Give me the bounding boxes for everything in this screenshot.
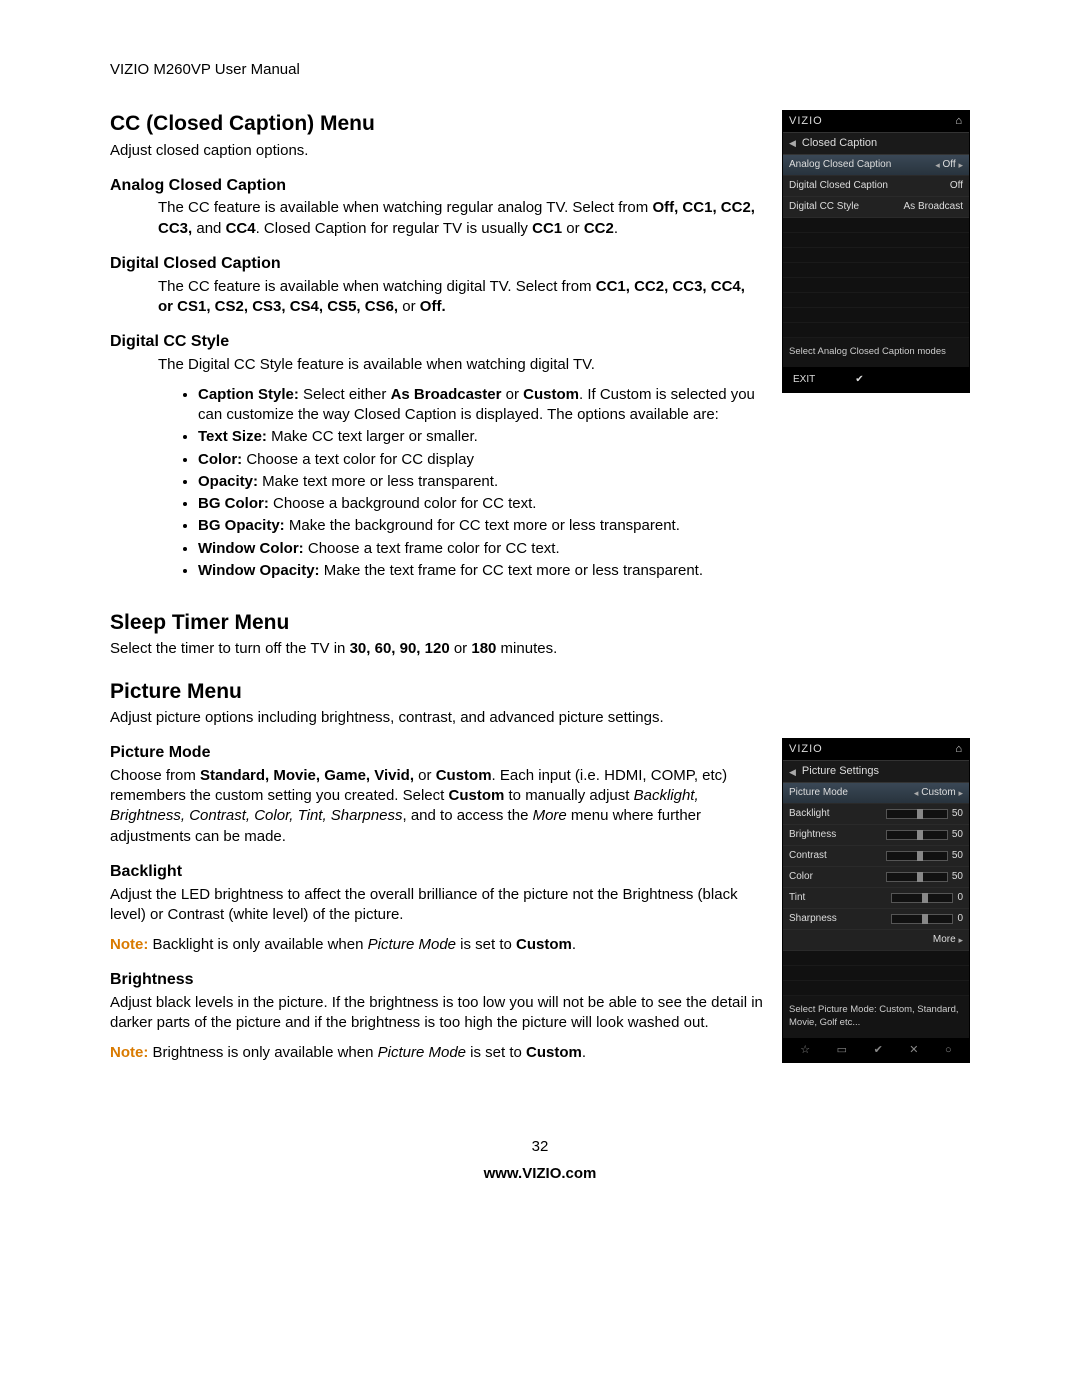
back-icon: ◀ <box>789 137 796 149</box>
osd-row-label: Brightness <box>789 828 836 842</box>
list-item: Window Color: Choose a text frame color … <box>198 539 970 559</box>
sleep-title: Sleep Timer Menu <box>110 609 970 637</box>
osd-row-more: More ▸ <box>783 930 969 951</box>
osd-row: Digital CC Style As Broadcast <box>783 197 969 218</box>
exit-label: EXIT <box>793 373 815 387</box>
osd-row-value: 50 <box>952 828 963 842</box>
circle-icon: ○ <box>945 1043 952 1058</box>
osd-row-label: Analog Closed Caption <box>789 158 891 172</box>
picture-title: Picture Menu <box>110 678 970 706</box>
osd-cc-screenshot: VIZIO ⌂ ◀ Closed Caption Analog Closed C… <box>782 110 970 393</box>
osd-row-label: Contrast <box>789 849 827 863</box>
list-item: Window Opacity: Make the text frame for … <box>198 561 970 581</box>
osd-row-value: Off <box>943 158 956 172</box>
list-item: Color: Choose a text color for CC displa… <box>198 450 970 470</box>
list-item: BG Color: Choose a background color for … <box>198 494 970 514</box>
home-icon: ⌂ <box>955 742 963 757</box>
osd-iconbar: ☆ ▭ ✔ ✕ ○ <box>783 1038 969 1063</box>
list-item: Text Size: Make CC text larger or smalle… <box>198 427 970 447</box>
v-icon: ✔ <box>874 1043 883 1058</box>
page-number: 32 <box>110 1137 970 1157</box>
osd-title: Closed Caption <box>802 136 877 151</box>
osd-row-value: 0 <box>957 891 963 905</box>
osd-brand: VIZIO <box>789 742 823 757</box>
list-item: BG Opacity: Make the background for CC t… <box>198 516 970 536</box>
osd-row: Contrast 50 <box>783 846 969 867</box>
footer-url: www.VIZIO.com <box>110 1164 970 1184</box>
star-icon: ☆ <box>800 1043 810 1058</box>
osd-help-text: Select Picture Mode: Custom, Standard, M… <box>783 996 969 1038</box>
osd-row: Sharpness 0 <box>783 909 969 930</box>
osd-row: Tint 0 <box>783 888 969 909</box>
card-icon: ▭ <box>837 1043 847 1058</box>
osd-row-label: Picture Mode <box>789 786 848 800</box>
close-icon: ✕ <box>909 1043 918 1058</box>
osd-row: Color 50 <box>783 867 969 888</box>
home-icon: ⌂ <box>955 114 963 129</box>
style-options-list: Caption Style: Select either As Broadcas… <box>180 385 970 581</box>
back-icon: ◀ <box>789 766 796 778</box>
osd-row-label: Color <box>789 870 813 884</box>
osd-brand: VIZIO <box>789 114 823 129</box>
osd-row-label: Tint <box>789 891 805 905</box>
more-label: More <box>933 933 956 947</box>
osd-row-value: As Broadcast <box>904 200 963 214</box>
v-icon: ✔ <box>855 373 863 387</box>
osd-row-label: Backlight <box>789 807 830 821</box>
osd-row: Backlight 50 <box>783 804 969 825</box>
osd-title: Picture Settings <box>802 764 879 779</box>
osd-row-value: 0 <box>957 912 963 926</box>
osd-picture-screenshot: VIZIO ⌂ ◀ Picture Settings Picture Mode … <box>782 738 970 1063</box>
osd-help-text: Select Analog Closed Caption modes <box>783 338 969 367</box>
osd-row-label: Digital CC Style <box>789 200 859 214</box>
osd-row-value: 50 <box>952 807 963 821</box>
page-header: VIZIO M260VP User Manual <box>110 60 970 80</box>
osd-row-value: Off <box>950 179 963 193</box>
osd-row: Picture Mode ◂ Custom ▸ <box>783 783 969 804</box>
picture-intro: Adjust picture options including brightn… <box>110 708 970 728</box>
sleep-body: Select the timer to turn off the TV in 3… <box>110 639 970 659</box>
osd-row-label: Digital Closed Caption <box>789 179 888 193</box>
osd-row: Brightness 50 <box>783 825 969 846</box>
osd-row: Digital Closed Caption Off <box>783 176 969 197</box>
osd-row-label: Sharpness <box>789 912 837 926</box>
list-item: Opacity: Make text more or less transpar… <box>198 472 970 492</box>
osd-row-value: Custom <box>921 786 955 800</box>
osd-row: Analog Closed Caption ◂ Off ▸ <box>783 155 969 176</box>
osd-row-value: 50 <box>952 849 963 863</box>
osd-row-value: 50 <box>952 870 963 884</box>
